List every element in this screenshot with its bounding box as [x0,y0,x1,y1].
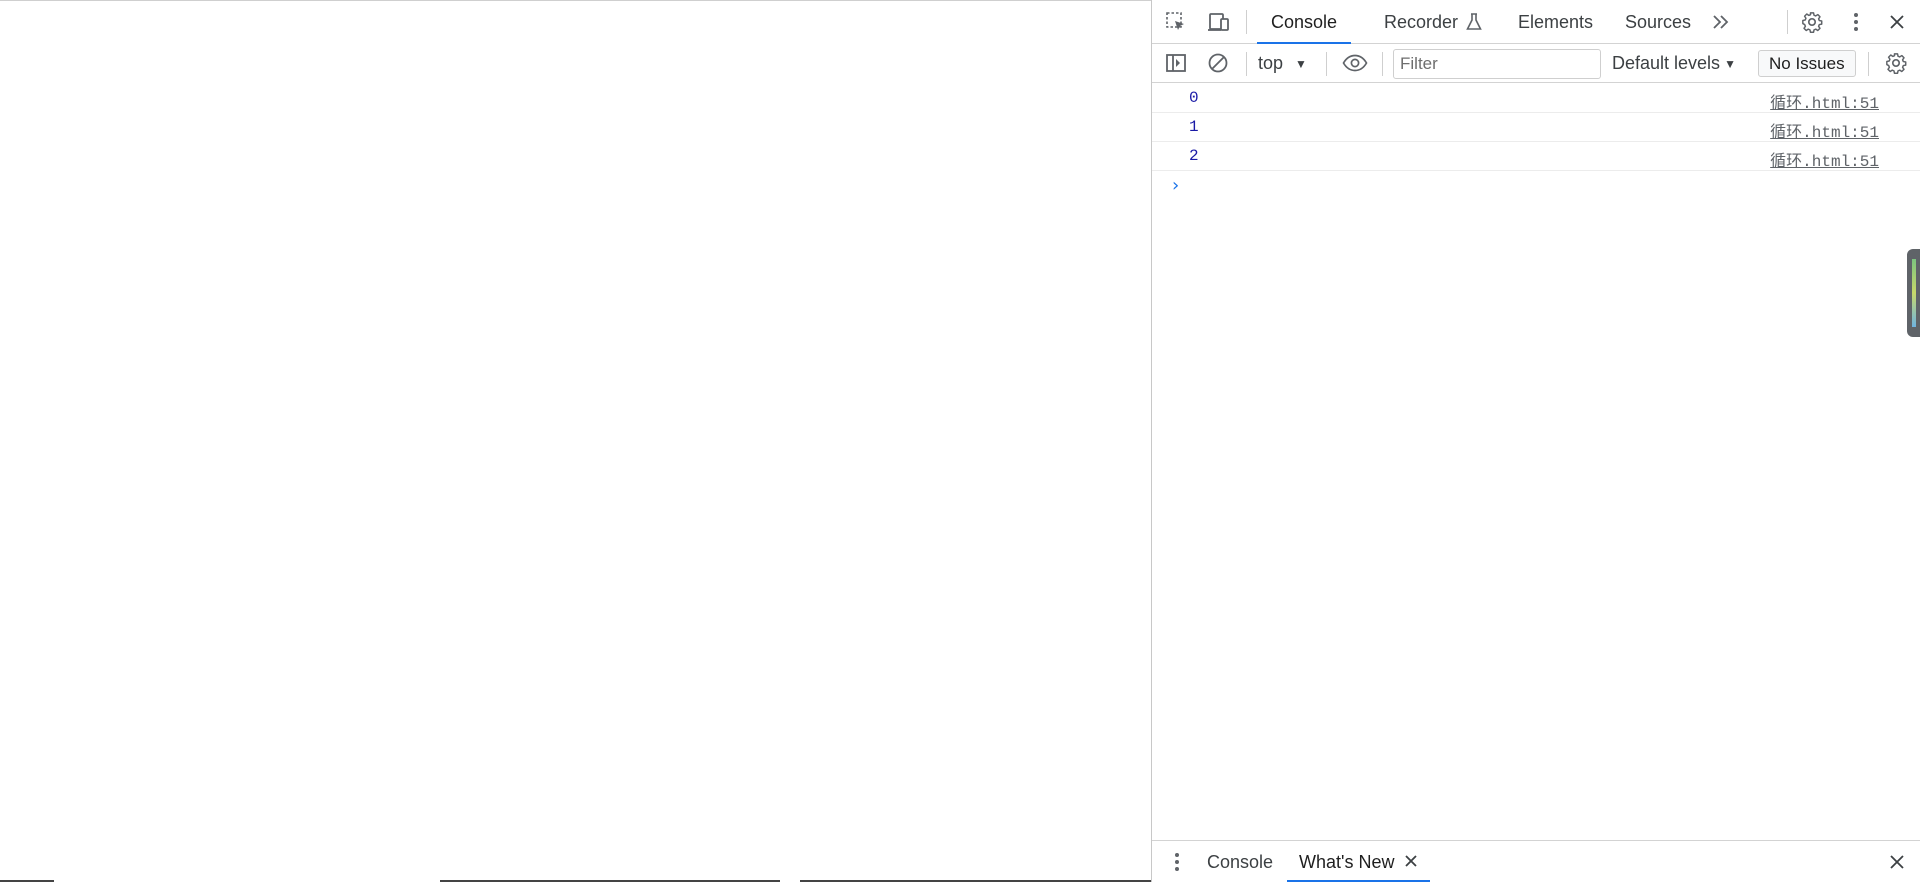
context-selector[interactable]: top ▼ [1258,44,1307,83]
devtools-drawer: Console What's New [1152,840,1920,882]
close-tab-icon[interactable] [1404,852,1418,873]
message-value: 0 [1189,89,1199,107]
tab-elements-label: Elements [1518,11,1594,32]
message-source-link[interactable]: 循环.html:51 [1770,118,1879,142]
message-source-link[interactable]: 循环.html:51 [1770,89,1879,113]
drawer-tab-whats-new-label: What's New [1299,851,1395,872]
drawer-tab-whats-new[interactable]: What's New [1287,841,1431,882]
triangle-down-icon: ▼ [1295,56,1307,71]
tab-recorder[interactable]: Recorder [1372,0,1494,44]
sidebar-toggle-icon[interactable] [1162,49,1190,77]
devtools-tabbar: Console Recorder Elements Sources [1152,0,1920,45]
message-value: 1 [1189,118,1199,136]
context-selector-label: top [1258,53,1284,73]
console-messages: 0 循环.html:51 1 循环.html:51 2 循环.html:51 › [1152,84,1920,201]
toolbar-divider [1326,52,1327,76]
console-settings-gear-icon[interactable] [1882,49,1910,77]
toolbar-divider [1787,10,1788,34]
console-message: 1 循环.html:51 [1152,113,1920,142]
console-prompt[interactable]: › [1152,171,1920,201]
tab-console[interactable]: Console [1257,0,1352,45]
issues-button[interactable]: No Issues [1758,50,1856,77]
toolbar-divider [1246,52,1247,76]
close-drawer-icon[interactable] [1884,849,1910,875]
drawer-tab-console[interactable]: Console [1197,841,1283,882]
clear-console-icon[interactable] [1204,49,1232,77]
kebab-menu-icon[interactable] [1164,849,1190,875]
filter-input[interactable] [1393,49,1601,79]
flask-icon [1466,13,1482,31]
message-source-link[interactable]: 循环.html:51 [1770,147,1879,171]
tab-sources[interactable]: Sources [1613,0,1703,44]
console-message: 0 循环.html:51 [1152,84,1920,113]
page-viewport [0,0,1151,882]
triangle-down-icon: ▼ [1724,56,1736,71]
gear-icon[interactable] [1798,8,1826,36]
kebab-menu-icon[interactable] [1842,8,1870,36]
toolbar-divider [1246,10,1247,34]
toolbar-divider [1868,52,1869,76]
prompt-chevron-icon: › [1172,175,1180,196]
chevron-double-right-icon[interactable] [1707,8,1735,36]
message-value: 2 [1189,147,1199,165]
console-toolbar: top ▼ Default levels ▼ No Issues [1152,44,1920,83]
tab-sources-label: Sources [1625,11,1692,32]
issues-label: No Issues [1769,53,1845,73]
devtools-panel: Console Recorder Elements Sources top ▼ … [1151,0,1920,882]
log-levels-label: Default levels [1612,53,1721,73]
drawer-tab-console-label: Console [1207,851,1274,872]
tab-elements[interactable]: Elements [1506,0,1605,44]
inspect-element-icon[interactable] [1162,8,1190,36]
console-message: 2 循环.html:51 [1152,142,1920,171]
side-panel-handle[interactable] [1907,249,1920,337]
toolbar-divider [1382,52,1383,76]
log-levels-dropdown[interactable]: Default levels ▼ [1612,44,1736,83]
eye-icon[interactable] [1341,49,1369,77]
device-toolbar-icon[interactable] [1205,8,1233,36]
tab-recorder-label: Recorder [1384,11,1459,32]
close-icon[interactable] [1883,8,1911,36]
tab-console-label: Console [1271,11,1338,32]
